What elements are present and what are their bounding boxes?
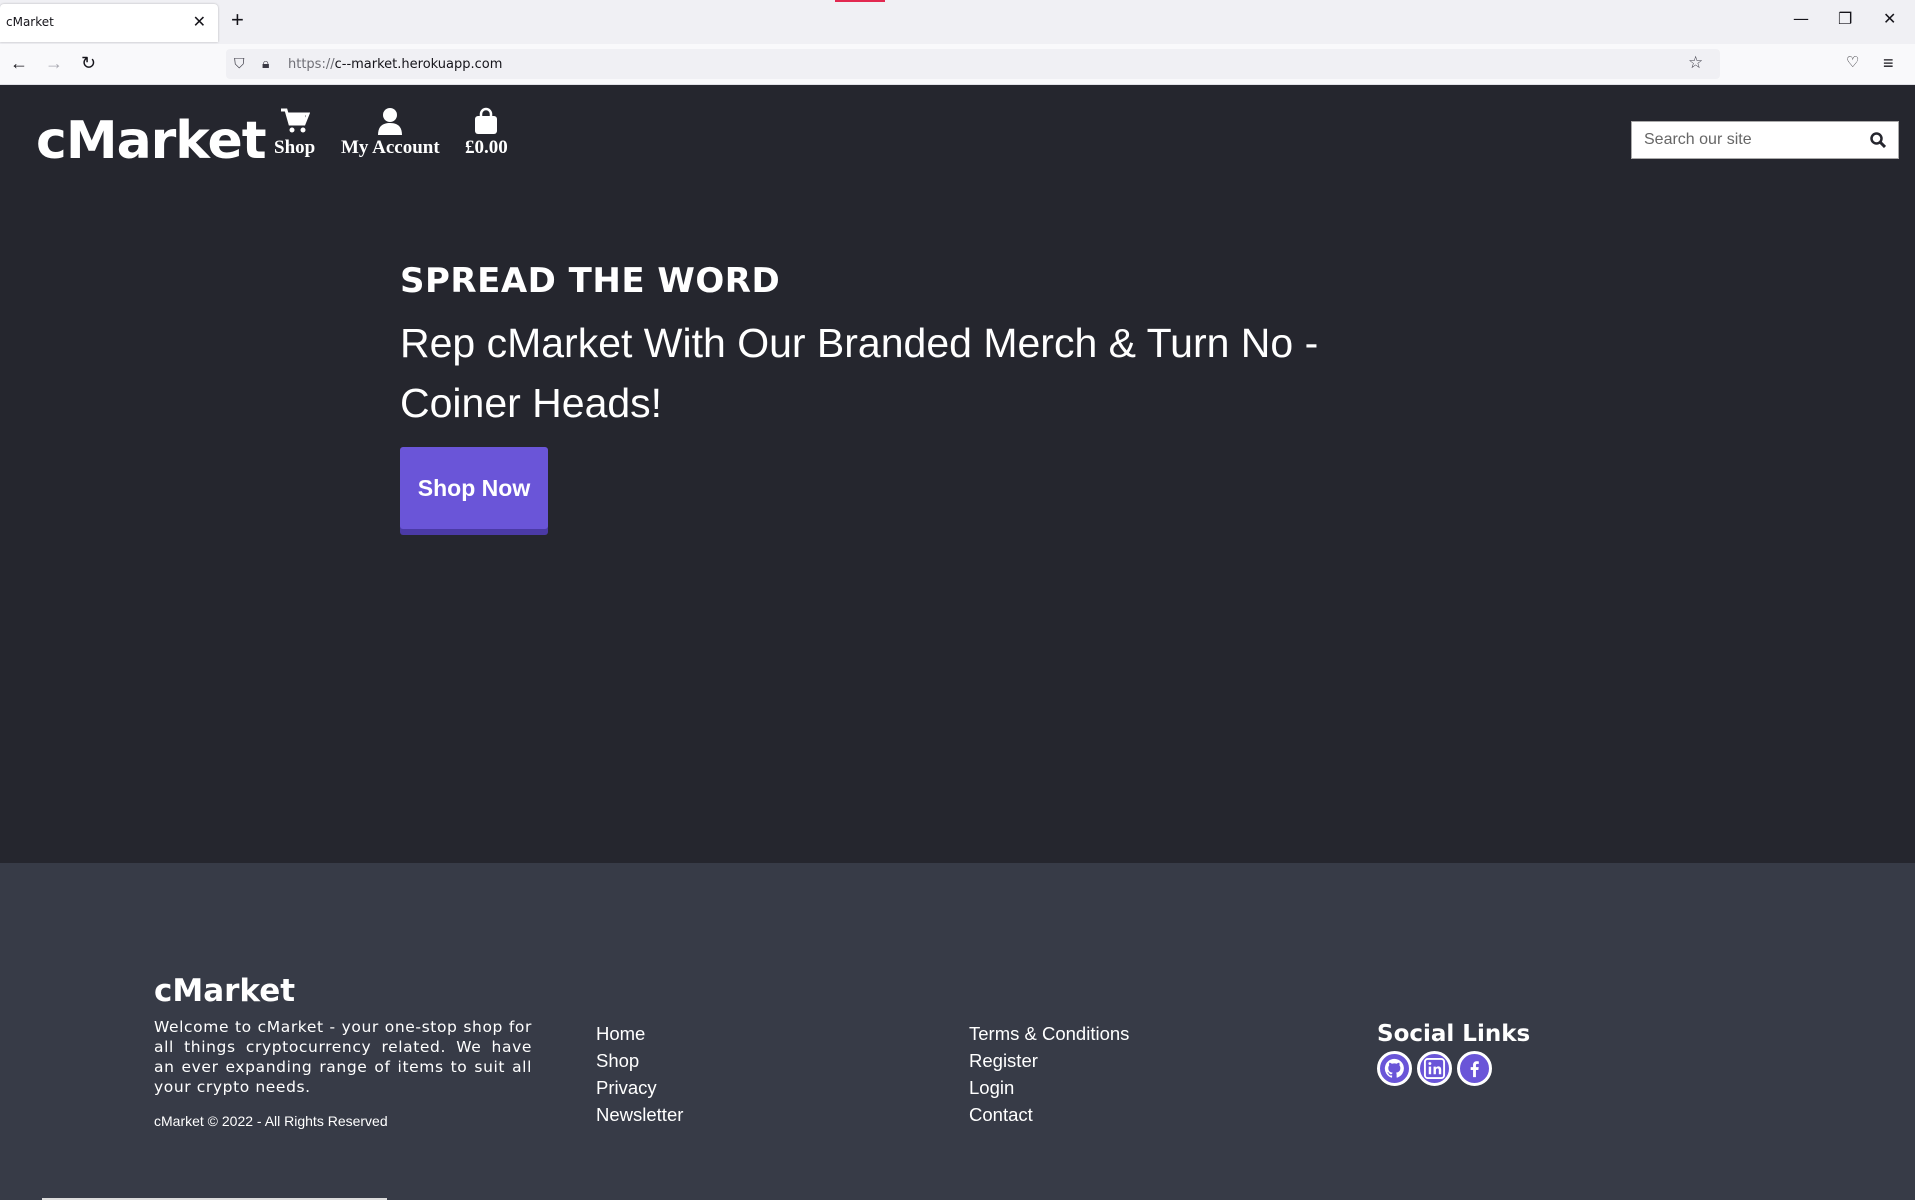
url-text[interactable]: https://c--market.herokuapp.com [288,57,502,72]
lock-icon[interactable]: 🔒︎ [262,55,269,72]
cart-icon [274,107,315,137]
browser-tab-bar: cMarket ✕ + — ❐ ✕ [0,0,1915,44]
forward-icon[interactable]: → [45,52,63,74]
footer-link-shop[interactable]: Shop [596,1047,683,1074]
footer-copyright: cMarket © 2022 - All Rights Reserved [154,1113,388,1129]
footer-logo[interactable]: cMarket [154,973,295,1009]
url-host: c--market.herokuapp.com [334,57,503,72]
footer-link-register[interactable]: Register [969,1047,1129,1074]
search-field[interactable] [1631,121,1860,159]
reload-icon[interactable]: ↻ [81,52,96,74]
footer-links-primary: Home Shop Privacy Newsletter [596,1020,683,1128]
search-button[interactable] [1859,121,1899,159]
user-icon [341,107,440,137]
footer-link-login[interactable]: Login [969,1074,1129,1101]
footer-link-contact[interactable]: Contact [969,1101,1129,1128]
hero-eyebrow: SPREAD THE WORD [400,261,781,301]
browser-nav-bar: ← → ↻ ⛉ 🔒︎ https://c--market.herokuapp.c… [0,44,1915,85]
url-scheme: https:// [288,57,335,72]
footer-link-newsletter[interactable]: Newsletter [596,1101,683,1128]
search-input[interactable] [1632,122,1859,158]
site-logo[interactable]: cMarket [36,111,267,171]
back-icon[interactable]: ← [10,52,28,74]
shop-now-button[interactable]: Shop Now [400,447,548,529]
pocket-icon[interactable]: ♡ [1846,52,1859,74]
footer-about-text: Welcome to cMarket - your one-stop shop … [154,1018,532,1096]
github-icon[interactable] [1377,1051,1412,1086]
bookmark-star-icon[interactable]: ☆ [1688,53,1703,73]
nav-my-account-label: My Account [341,137,440,158]
tracking-shield-icon[interactable]: ⛉ [234,55,245,72]
site-footer: cMarket Welcome to cMarket - your one-st… [0,863,1915,1200]
tab-indicator [835,0,885,2]
browser-tab[interactable]: cMarket ✕ [0,4,218,42]
app-menu-icon[interactable]: ≡ [1883,52,1894,74]
restore-icon[interactable]: ❐ [1838,9,1852,28]
footer-links-secondary: Terms & Conditions Register Login Contac… [969,1020,1129,1128]
nav-shop[interactable]: Shop [274,107,315,159]
new-tab-icon[interactable]: + [231,9,244,31]
facebook-icon[interactable] [1457,1051,1492,1086]
footer-link-privacy[interactable]: Privacy [596,1074,683,1101]
linkedin-icon[interactable] [1417,1051,1452,1086]
site-main: cMarket Shop My Account £0.00 SPREAD THE… [0,85,1915,863]
minimize-icon[interactable]: — [1793,9,1809,28]
footer-link-home[interactable]: Home [596,1020,683,1047]
nav-cart-total[interactable]: £0.00 [465,107,508,159]
nav-my-account[interactable]: My Account [341,107,440,159]
footer-link-terms[interactable]: Terms & Conditions [969,1020,1129,1047]
shopping-bag-icon [465,107,508,137]
window-close-icon[interactable]: ✕ [1883,9,1896,28]
social-links-title: Social Links [1377,1021,1531,1047]
close-tab-icon[interactable]: ✕ [193,12,206,32]
hero-headline: Rep cMarket With Our Branded Merch & Tur… [400,320,1319,426]
nav-shop-label: Shop [274,137,316,158]
nav-cart-total-label: £0.00 [465,137,508,158]
search-icon [1870,132,1886,148]
tab-title: cMarket [6,15,54,29]
address-bar[interactable]: ⛉ 🔒︎ https://c--market.herokuapp.com ☆ [226,49,1720,79]
